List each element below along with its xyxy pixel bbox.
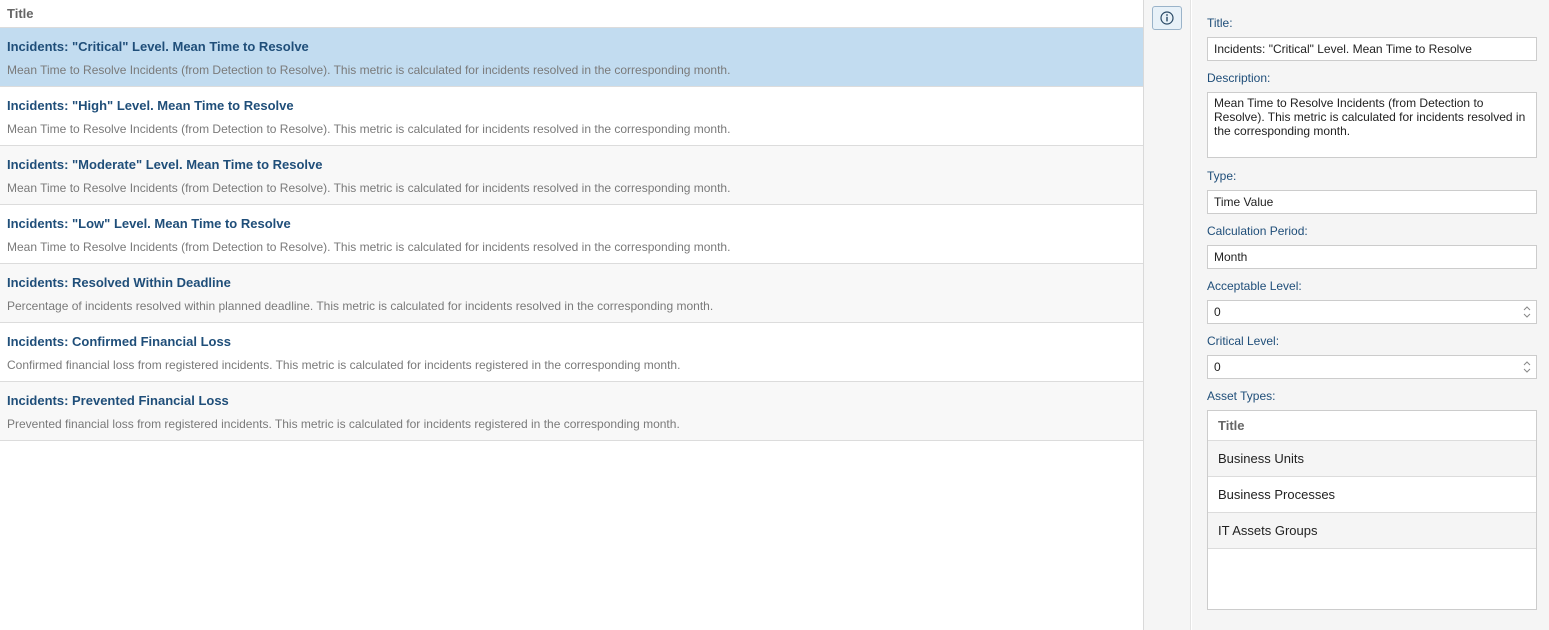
description-label: Description: — [1207, 71, 1271, 85]
critical-level-label: Critical Level: — [1207, 334, 1280, 348]
info-icon — [1160, 11, 1174, 25]
type-label: Type: — [1207, 169, 1237, 183]
info-button[interactable] — [1152, 6, 1182, 30]
calculation-period-label: Calculation Period: — [1207, 224, 1308, 238]
acceptable-level-value: 0 — [1214, 305, 1221, 319]
critical-level-stepper[interactable]: 0 — [1207, 355, 1537, 379]
list-header[interactable]: Title — [0, 0, 1143, 28]
metric-title: Incidents: "Moderate" Level. Mean Time t… — [7, 157, 323, 172]
metric-description: Percentage of incidents resolved within … — [7, 299, 714, 313]
asset-types-header[interactable]: Title — [1208, 411, 1536, 441]
asset-type-row[interactable]: Business Processes — [1208, 477, 1536, 513]
metric-title: Incidents: "Low" Level. Mean Time to Res… — [7, 216, 291, 231]
metric-row-confirmed-financial-loss[interactable]: Incidents: Confirmed Financial Loss Conf… — [0, 323, 1143, 382]
metric-title: Incidents: "Critical" Level. Mean Time t… — [7, 39, 309, 54]
metric-title: Incidents: Prevented Financial Loss — [7, 393, 229, 408]
spinner-arrows-icon[interactable] — [1522, 304, 1532, 320]
metric-row-prevented-financial-loss[interactable]: Incidents: Prevented Financial Loss Prev… — [0, 382, 1143, 441]
metrics-list: Title Incidents: "Critical" Level. Mean … — [0, 0, 1144, 630]
metric-description: Prevented financial loss from registered… — [7, 417, 680, 431]
metric-row-moderate[interactable]: Incidents: "Moderate" Level. Mean Time t… — [0, 146, 1143, 205]
metric-row-critical[interactable]: Incidents: "Critical" Level. Mean Time t… — [0, 28, 1143, 87]
metrics-app: Title Incidents: "Critical" Level. Mean … — [0, 0, 1549, 630]
metric-row-low[interactable]: Incidents: "Low" Level. Mean Time to Res… — [0, 205, 1143, 264]
calculation-period-field[interactable]: Month — [1207, 245, 1537, 269]
title-label: Title: — [1207, 16, 1233, 30]
asset-types-table: Title Business Units Business Processes … — [1207, 410, 1537, 610]
metric-description: Mean Time to Resolve Incidents (from Det… — [7, 181, 731, 195]
description-field[interactable]: Mean Time to Resolve Incidents (from Det… — [1207, 92, 1537, 158]
list-header-title: Title — [7, 6, 34, 21]
title-field[interactable]: Incidents: "Critical" Level. Mean Time t… — [1207, 37, 1537, 61]
metric-row-high[interactable]: Incidents: "High" Level. Mean Time to Re… — [0, 87, 1143, 146]
metric-title: Incidents: Resolved Within Deadline — [7, 275, 231, 290]
acceptable-level-stepper[interactable]: 0 — [1207, 300, 1537, 324]
asset-type-row[interactable]: IT Assets Groups — [1208, 513, 1536, 549]
type-field[interactable]: Time Value — [1207, 190, 1537, 214]
acceptable-level-label: Acceptable Level: — [1207, 279, 1302, 293]
critical-level-value: 0 — [1214, 360, 1221, 374]
metric-title: Incidents: Confirmed Financial Loss — [7, 334, 231, 349]
metric-description: Mean Time to Resolve Incidents (from Det… — [7, 122, 731, 136]
metric-row-resolved-within-deadline[interactable]: Incidents: Resolved Within Deadline Perc… — [0, 264, 1143, 323]
metric-description: Mean Time to Resolve Incidents (from Det… — [7, 63, 731, 77]
toolbar-strip — [1144, 0, 1191, 630]
metric-description: Mean Time to Resolve Incidents (from Det… — [7, 240, 731, 254]
metric-description: Confirmed financial loss from registered… — [7, 358, 681, 372]
asset-types-label: Asset Types: — [1207, 389, 1276, 403]
metric-title: Incidents: "High" Level. Mean Time to Re… — [7, 98, 294, 113]
spinner-arrows-icon[interactable] — [1522, 359, 1532, 375]
details-panel: Title: Incidents: "Critical" Level. Mean… — [1192, 0, 1549, 630]
asset-type-row[interactable]: Business Units — [1208, 441, 1536, 477]
